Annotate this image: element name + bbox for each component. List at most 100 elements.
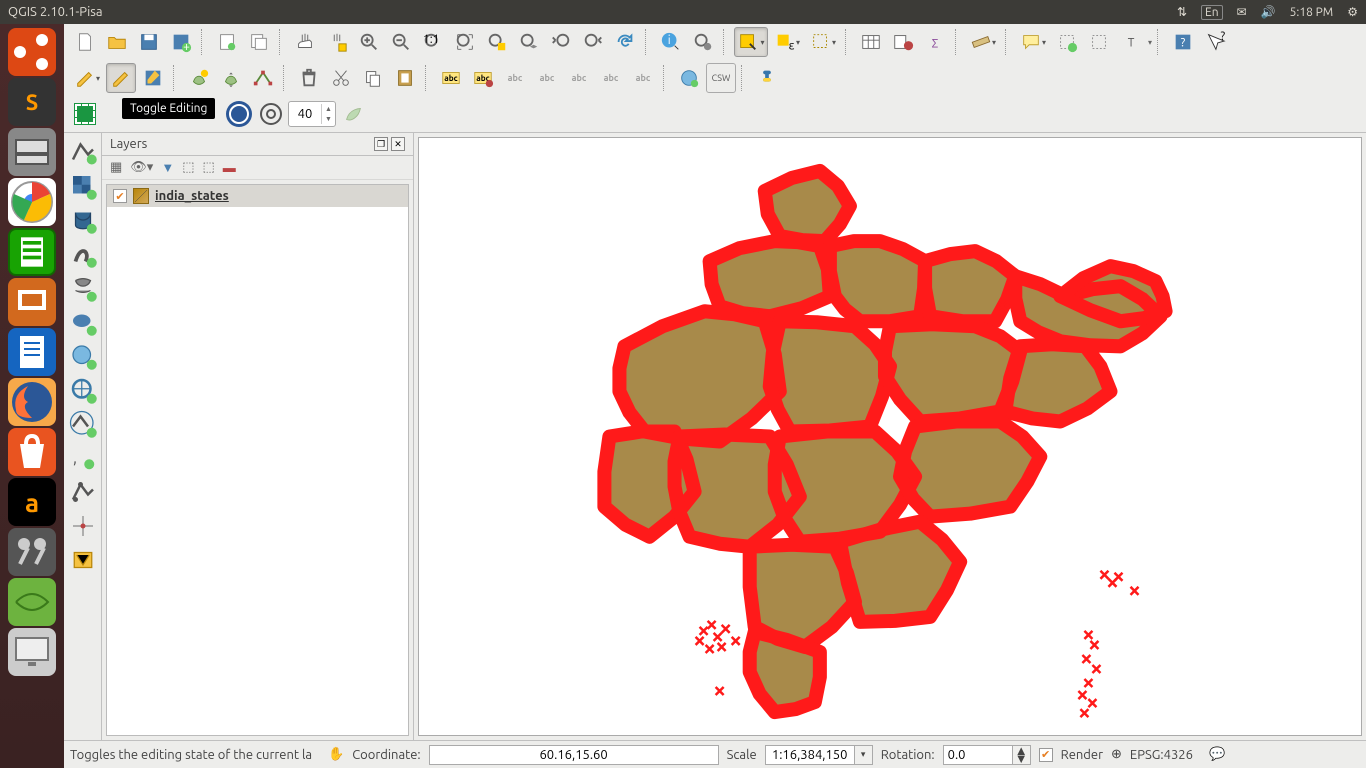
- add-feature-icon[interactable]: [184, 63, 214, 93]
- select-by-expression-icon[interactable]: ε▾: [770, 27, 804, 57]
- layer-visibility-checkbox[interactable]: ✔: [113, 189, 127, 203]
- composer-manager-icon[interactable]: [244, 27, 274, 57]
- csw-icon[interactable]: CSW: [706, 63, 736, 93]
- libreoffice-writer-icon[interactable]: [8, 328, 56, 376]
- open-project-icon[interactable]: [102, 27, 132, 57]
- language-indicator[interactable]: En: [1201, 5, 1223, 20]
- mmqgis-green-icon[interactable]: [70, 99, 100, 129]
- paste-features-icon[interactable]: [390, 63, 420, 93]
- scale-dropdown-icon[interactable]: ▾: [855, 745, 873, 765]
- spin-value[interactable]: ▲▼: [288, 101, 336, 127]
- print-composer-icon[interactable]: [212, 27, 242, 57]
- mail-icon[interactable]: ✉: [1237, 5, 1247, 19]
- pan-icon[interactable]: [290, 27, 320, 57]
- delete-selected-icon[interactable]: [294, 63, 324, 93]
- filter-legend-icon[interactable]: ▼: [161, 160, 174, 175]
- add-oracle-layer-icon[interactable]: [68, 307, 98, 337]
- add-virtual-layer-icon[interactable]: [68, 477, 98, 507]
- help-icon[interactable]: ?: [1168, 27, 1198, 57]
- remove-layer-icon[interactable]: ▬: [223, 160, 236, 175]
- scale-field[interactable]: [765, 745, 855, 765]
- save-project-icon[interactable]: [134, 27, 164, 57]
- crs-text[interactable]: EPSG:4326: [1130, 748, 1193, 762]
- mmqgis-blue-icon[interactable]: [224, 99, 254, 129]
- open-attribute-table-icon[interactable]: [856, 27, 886, 57]
- spiral-icon[interactable]: [256, 99, 286, 129]
- zoom-next-icon[interactable]: [578, 27, 608, 57]
- label-rotate-icon[interactable]: abc: [596, 63, 626, 93]
- save-as-icon[interactable]: +: [166, 27, 196, 57]
- chrome-icon[interactable]: [8, 178, 56, 226]
- gear-icon[interactable]: ⚙: [1347, 5, 1358, 19]
- add-spatialite-layer-icon[interactable]: [68, 239, 98, 269]
- save-edits-icon[interactable]: [138, 63, 168, 93]
- label-show-icon[interactable]: abc: [532, 63, 562, 93]
- volume-icon[interactable]: 🔊: [1261, 5, 1276, 19]
- whats-this-icon[interactable]: ?: [1200, 27, 1230, 57]
- network-icon[interactable]: ⇅: [1177, 5, 1187, 19]
- libreoffice-impress-icon[interactable]: [8, 278, 56, 326]
- label-highlight-icon[interactable]: abc: [468, 63, 498, 93]
- firefox-icon[interactable]: [8, 378, 56, 426]
- add-wms-layer-icon[interactable]: [68, 341, 98, 371]
- identify-action-icon[interactable]: [688, 27, 718, 57]
- cut-features-icon[interactable]: [326, 63, 356, 93]
- current-edits-icon[interactable]: ▾: [70, 63, 104, 93]
- label-layer-icon[interactable]: abc: [436, 63, 466, 93]
- move-feature-icon[interactable]: [216, 63, 246, 93]
- bookmarks-icon[interactable]: [1084, 27, 1114, 57]
- label-pin-icon[interactable]: abc: [500, 63, 530, 93]
- label-change-icon[interactable]: abc: [628, 63, 658, 93]
- zoom-out-icon[interactable]: [386, 27, 416, 57]
- files-icon[interactable]: [8, 128, 56, 176]
- panel-undock-icon[interactable]: ❐: [374, 137, 388, 151]
- collapse-all-icon[interactable]: ⬚: [203, 160, 215, 175]
- clock[interactable]: 5:18 PM: [1290, 6, 1334, 19]
- spin-down[interactable]: ▼: [322, 114, 335, 124]
- manage-visibility-icon[interactable]: 👁▾: [130, 160, 153, 175]
- render-checkbox[interactable]: ✔: [1039, 748, 1053, 762]
- zoom-last-icon[interactable]: [546, 27, 576, 57]
- libreoffice-calc-icon[interactable]: [8, 228, 56, 276]
- add-raster-layer-icon[interactable]: [68, 171, 98, 201]
- add-postgis-layer-icon[interactable]: [68, 205, 98, 235]
- identify-icon[interactable]: i: [656, 27, 686, 57]
- add-delimited-text-icon[interactable]: ,: [68, 443, 98, 473]
- workspace-icon[interactable]: [8, 578, 56, 626]
- metasearch-icon[interactable]: [674, 63, 704, 93]
- panel-close-icon[interactable]: ✕: [391, 137, 405, 151]
- new-shapefile-icon[interactable]: [68, 511, 98, 541]
- node-tool-icon[interactable]: [248, 63, 278, 93]
- zoom-full-icon[interactable]: [450, 27, 480, 57]
- add-wfs-layer-icon[interactable]: [68, 409, 98, 439]
- zoom-native-icon[interactable]: 1:1: [418, 27, 448, 57]
- rotation-stepper-icon[interactable]: ▲▼: [1013, 745, 1031, 765]
- spin-up[interactable]: ▲: [322, 104, 335, 114]
- label-move-icon[interactable]: abc: [564, 63, 594, 93]
- expand-all-icon[interactable]: ⬚: [182, 160, 194, 175]
- layers-tree[interactable]: ✔ india_states: [106, 184, 409, 736]
- measure-line-icon[interactable]: ▾: [966, 27, 1000, 57]
- add-vector-layer-icon[interactable]: [68, 137, 98, 167]
- rotation-field[interactable]: [943, 745, 1013, 765]
- copy-features-icon[interactable]: [358, 63, 388, 93]
- add-group-icon[interactable]: ▦: [110, 160, 122, 175]
- add-mssql-layer-icon[interactable]: [68, 273, 98, 303]
- refresh-icon[interactable]: [610, 27, 640, 57]
- map-canvas[interactable]: [418, 137, 1362, 736]
- add-wcs-layer-icon[interactable]: [68, 375, 98, 405]
- select-features-icon[interactable]: ▾: [734, 27, 768, 57]
- settings-icon[interactable]: [8, 528, 56, 576]
- software-center-icon[interactable]: [8, 428, 56, 476]
- zoom-in-icon[interactable]: [354, 27, 384, 57]
- field-calculator-icon[interactable]: [888, 27, 918, 57]
- amazon-icon[interactable]: a: [8, 478, 56, 526]
- pan-to-selection-icon[interactable]: [322, 27, 352, 57]
- map-tips-icon[interactable]: ▾: [1016, 27, 1050, 57]
- dash-icon[interactable]: [8, 28, 56, 76]
- display-icon[interactable]: [8, 628, 56, 676]
- text-annotation-icon[interactable]: T: [1116, 27, 1146, 57]
- toggle-editing-button[interactable]: [106, 63, 136, 93]
- crs-icon[interactable]: ⊕: [1111, 747, 1122, 762]
- statistics-icon[interactable]: Σ: [920, 27, 950, 57]
